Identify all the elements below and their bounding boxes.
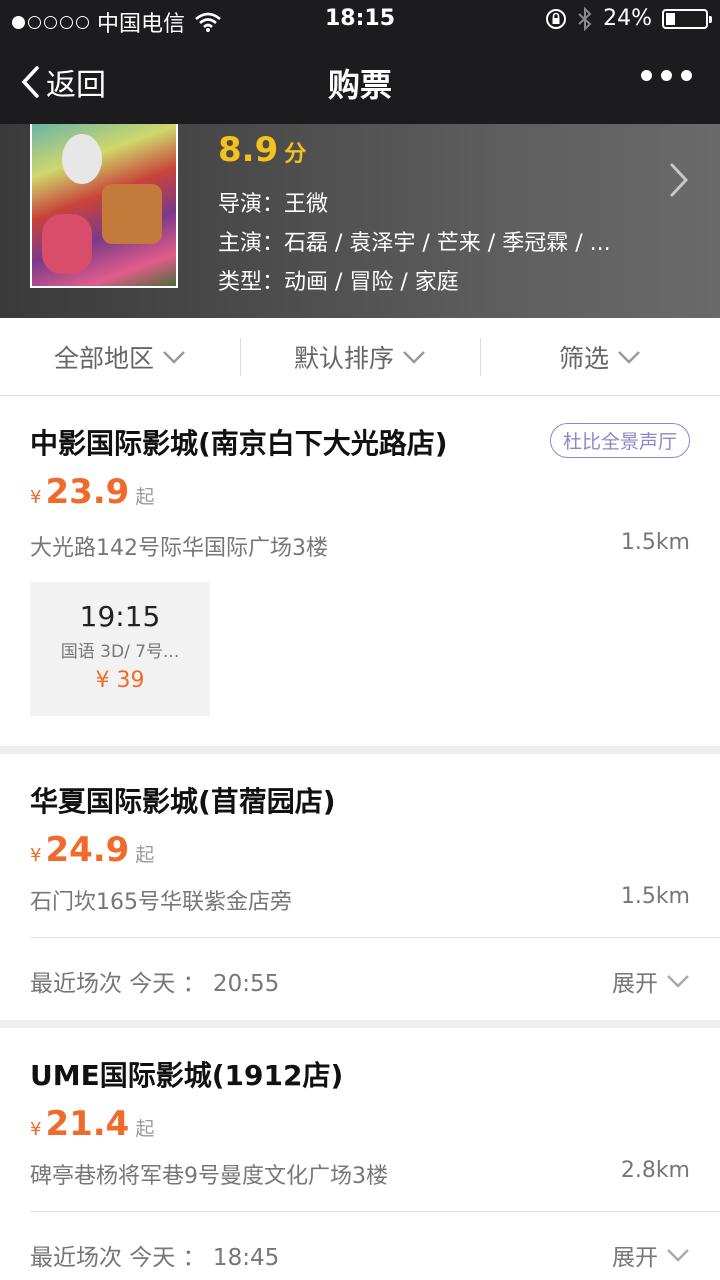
battery-icon <box>662 8 712 29</box>
showtime-desc: 国语 3D/ 7号... <box>60 642 180 662</box>
chevron-right-icon[interactable] <box>668 162 690 198</box>
rating-value: 8.9 <box>218 130 279 170</box>
movie-header[interactable]: 8.9 分 导演：王微 主演：石磊 / 袁泽宇 / 芒来 / 季冠霖 / ... … <box>0 124 720 318</box>
price-suffix: 起 <box>135 486 155 508</box>
cinema-distance: 2.8km <box>620 1158 690 1183</box>
recent-showtime: 最近场次 今天 ： 20:55 <box>30 971 280 997</box>
cinema-distance: 1.5km <box>620 884 690 909</box>
chevron-down-icon <box>618 350 640 364</box>
rotation-lock-icon <box>546 8 567 29</box>
section-divider <box>0 1020 720 1028</box>
chevron-down-icon <box>667 975 689 988</box>
section-divider <box>0 746 720 754</box>
price-value: 21.4 <box>45 1104 130 1144</box>
filter-sort[interactable]: 默认排序 <box>240 318 480 395</box>
cinema-address: 碑亭巷杨将军巷9号曼度文化广场3楼 <box>30 1164 388 1189</box>
filter-region[interactable]: 全部地区 <box>0 318 240 395</box>
cinema-card[interactable]: 中影国际影城(南京白下大光路店) 杜比全景声厅 ¥ 23.9 起 大光路142号… <box>0 396 720 746</box>
expand-button[interactable]: 展开 <box>612 964 690 998</box>
cinema-name: 中影国际影城(南京白下大光路店) <box>30 427 448 460</box>
more-icon[interactable] <box>641 70 692 81</box>
filter-sort-label: 默认排序 <box>293 343 394 373</box>
showtime-time: 19:15 <box>79 600 161 633</box>
expand-label: 展开 <box>612 1245 658 1271</box>
status-bar: 中国电信 18:15 24% <box>0 0 720 40</box>
price-suffix: 起 <box>135 844 155 866</box>
battery-percent: 24% <box>603 6 652 31</box>
showtime-price: ¥ 39 <box>95 668 145 693</box>
cinema-address: 大光路142号际华国际广场3楼 <box>30 536 328 561</box>
cinema-name: UME国际影城(1912店) <box>30 1059 344 1092</box>
row-divider <box>30 937 720 938</box>
price-currency: ¥ <box>30 1119 42 1140</box>
price-currency: ¥ <box>30 845 42 866</box>
movie-genre: 类型：动画 / 冒险 / 家庭 <box>218 270 459 295</box>
cinema-distance: 1.5km <box>620 530 690 555</box>
price-suffix: 起 <box>135 1118 155 1140</box>
cinema-card[interactable]: UME国际影城(1912店) ¥ 21.4 起 碑亭巷杨将军巷9号曼度文化广场3… <box>0 1028 720 1280</box>
movie-rating: 8.9 分 <box>218 130 306 170</box>
cinema-address: 石门坎165号华联紫金店旁 <box>30 890 292 915</box>
row-divider <box>30 1211 720 1212</box>
price-currency: ¥ <box>30 487 42 508</box>
filter-bar: 全部地区 默认排序 筛选 <box>0 318 720 396</box>
bluetooth-icon <box>578 6 592 31</box>
expand-button[interactable]: 展开 <box>612 1238 690 1272</box>
cinema-card[interactable]: 华夏国际影城(苜蓿园店) ¥ 24.9 起 石门坎165号华联紫金店旁 1.5k… <box>0 754 720 1020</box>
chevron-down-icon <box>163 350 185 364</box>
showtime-button[interactable]: 19:15 国语 3D/ 7号... ¥ 39 <box>30 582 210 716</box>
cinema-price: ¥ 24.9 起 <box>30 830 154 870</box>
hall-badge: 杜比全景声厅 <box>549 423 690 458</box>
filter-screen-label: 筛选 <box>558 343 609 373</box>
filter-screen[interactable]: 筛选 <box>480 318 720 395</box>
cinema-name: 华夏国际影城(苜蓿园店) <box>30 785 336 818</box>
price-value: 24.9 <box>45 830 130 870</box>
movie-director: 导演：王微 <box>218 192 329 217</box>
page-title: 购票 <box>327 66 392 104</box>
chevron-down-icon <box>403 350 425 364</box>
cinema-price: ¥ 23.9 起 <box>30 472 154 512</box>
price-value: 23.9 <box>45 472 130 512</box>
movie-cast: 主演：石磊 / 袁泽宇 / 芒来 / 季冠霖 / ... <box>218 231 611 256</box>
cinema-price: ¥ 21.4 起 <box>30 1104 154 1144</box>
movie-poster <box>30 124 178 288</box>
filter-region-label: 全部地区 <box>53 343 154 373</box>
expand-label: 展开 <box>612 971 658 997</box>
nav-bar: 返回 购票 <box>0 40 720 124</box>
rating-unit: 分 <box>284 142 307 167</box>
chevron-down-icon <box>667 1249 689 1262</box>
recent-showtime: 最近场次 今天 ： 18:45 <box>30 1245 280 1271</box>
